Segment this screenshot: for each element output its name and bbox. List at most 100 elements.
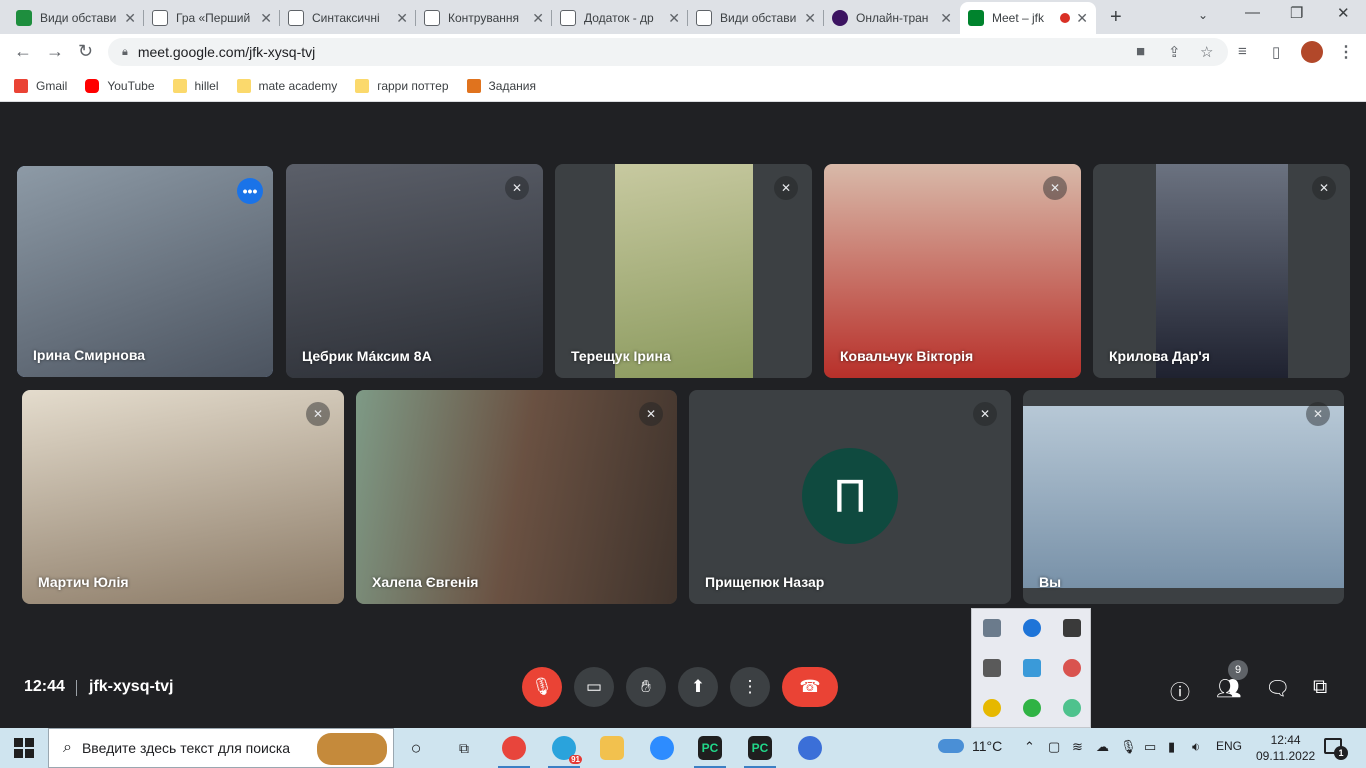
task-view-icon[interactable]: ⧉ [452, 736, 476, 760]
chat-icon[interactable]: 🗨︎ [1265, 676, 1290, 701]
security-shield-icon[interactable] [1063, 619, 1081, 637]
file-explorer-icon[interactable] [600, 736, 624, 760]
participant-tile[interactable]: ✕ Вы [1023, 390, 1344, 604]
taskbar-clock[interactable]: 12:44 09.11.2022 [1256, 732, 1315, 764]
participant-tile[interactable]: ✕ Терещук Ірина [555, 164, 812, 378]
microphone-toggle-button[interactable]: 🎙︎ [522, 667, 562, 707]
forward-icon[interactable]: → [46, 41, 64, 62]
tab-search-chevron-icon[interactable]: ⌄ [1198, 8, 1208, 22]
more-options-icon[interactable]: ••• [237, 178, 263, 204]
bluetooth-icon[interactable] [1023, 619, 1041, 637]
reload-icon[interactable]: ↻ [78, 41, 93, 62]
tab-7-active[interactable]: Meet – jfk ✕ [960, 2, 1096, 34]
tab-5[interactable]: Види обстави ✕ [688, 4, 824, 32]
telegram-icon[interactable]: 91 [548, 736, 582, 768]
participant-tile[interactable]: ✕ Мартич Юлія [22, 390, 344, 604]
more-options-button[interactable]: ⋮ [730, 667, 770, 707]
media-control-icon[interactable]: ≡ [1238, 43, 1247, 60]
chrome-icon[interactable] [498, 736, 530, 768]
volume-icon[interactable]: 🔉︎ [1192, 739, 1200, 755]
close-tab-icon[interactable]: ✕ [940, 10, 952, 27]
battery-icon[interactable]: ▮ [1168, 739, 1175, 755]
chrome-menu-icon[interactable]: ⋮ [1338, 42, 1354, 62]
participant-tile[interactable]: ✕ Халепа Євгенія [356, 390, 677, 604]
camera-permission-icon[interactable]: ■ [1136, 43, 1145, 60]
show-hidden-icons-chevron-icon[interactable]: ⌃ [1024, 739, 1035, 755]
tray-app-icon[interactable]: ▢ [1048, 739, 1060, 755]
leave-call-button[interactable]: ☎︎ [782, 667, 838, 707]
meeting-details-icon[interactable]: ⓘ [1170, 676, 1190, 705]
tab-2[interactable]: Синтаксичні ✕ [280, 4, 416, 32]
more-vert-icon: ⋮ [741, 677, 759, 696]
hang-up-icon: ☎︎ [799, 677, 821, 696]
bookmark-star-icon[interactable]: ☆ [1200, 43, 1213, 61]
close-tab-icon[interactable]: ✕ [124, 10, 136, 27]
participant-tile[interactable]: ••• Ірина Смирнова [17, 166, 273, 377]
tab-title: Додаток - др [584, 11, 654, 25]
restore-button[interactable]: ❐ [1290, 4, 1303, 22]
cortana-icon[interactable]: ○ [404, 736, 428, 760]
pycharm-icon-2[interactable]: PC [744, 736, 776, 768]
lock-icon[interactable]: 🔒︎ [122, 46, 128, 59]
bookmark-gmail[interactable]: Gmail [14, 78, 67, 93]
participant-video [615, 164, 753, 378]
check-icon[interactable] [1023, 699, 1041, 717]
url-text[interactable]: meet.google.com/jfk-xysq-tvj [138, 44, 315, 60]
back-icon[interactable]: ← [14, 41, 32, 62]
close-tab-icon[interactable]: ✕ [1076, 10, 1088, 27]
tab-1[interactable]: Гра «Перший ✕ [144, 4, 280, 32]
updater-icon[interactable] [1063, 659, 1081, 677]
mic-off-icon: 🎙︎ [531, 677, 553, 696]
pycharm-icon[interactable]: PC [694, 736, 726, 768]
participant-tile[interactable]: П ✕ Прищепюк Назар [689, 390, 1011, 604]
camera-icon: ▭ [585, 677, 603, 696]
language-indicator[interactable]: ENG [1216, 739, 1242, 753]
search-icon: ⌕ [63, 739, 72, 756]
sync-icon[interactable] [1063, 699, 1081, 717]
zoom-icon[interactable] [650, 736, 674, 760]
activities-icon[interactable]: ⧉ [1313, 676, 1327, 699]
display-settings-icon[interactable]: ▭ [1144, 739, 1156, 755]
share-icon[interactable]: ⇪ [1168, 43, 1181, 61]
bookmark-hillel[interactable]: hillel [172, 78, 219, 93]
participant-tile[interactable]: ✕ Крилова Дар'я [1093, 164, 1350, 378]
close-tab-icon[interactable]: ✕ [260, 10, 272, 27]
tab-0[interactable]: Види обстави ✕ [8, 4, 144, 32]
close-tab-icon[interactable]: ✕ [396, 10, 408, 27]
bookmark-harry-potter[interactable]: гарри поттер [355, 78, 449, 93]
windows-start-icon[interactable] [14, 738, 34, 758]
tab-4[interactable]: Додаток - др ✕ [552, 4, 688, 32]
wifi-icon[interactable]: ≋ [1072, 739, 1083, 755]
app-tray-icon[interactable] [983, 659, 1001, 677]
search-highlight-image[interactable] [317, 733, 387, 765]
present-screen-button[interactable]: ⬆ [678, 667, 718, 707]
close-tab-icon[interactable]: ✕ [668, 10, 680, 27]
vpn-icon[interactable] [983, 699, 1001, 717]
taskbar-date: 09.11.2022 [1256, 749, 1316, 763]
profile-avatar[interactable] [1301, 41, 1323, 63]
close-tab-icon[interactable]: ✕ [804, 10, 816, 27]
bookmark-mate-academy[interactable]: mate academy [236, 78, 337, 93]
display-icon[interactable] [983, 619, 1001, 637]
side-panel-icon[interactable]: ▯ [1272, 43, 1280, 61]
bookmark-youtube[interactable]: YouTube [85, 78, 155, 93]
camera-toggle-button[interactable]: ▭ [574, 667, 614, 707]
new-tab-button[interactable]: + [1110, 6, 1122, 29]
weather-widget[interactable]: 11°C [938, 738, 1002, 754]
taskbar-search-box[interactable]: ⌕ Введите здесь текст для поиска [48, 728, 394, 768]
tab-3[interactable]: Контрування ✕ [416, 4, 552, 32]
close-tab-icon[interactable]: ✕ [532, 10, 544, 27]
microphone-icon[interactable]: 🎙︎ [1120, 739, 1137, 755]
participant-tile[interactable]: ✕ Ковальчук Вікторія [824, 164, 1081, 378]
notification-center-icon[interactable]: 1 [1324, 738, 1348, 760]
raise-hand-button[interactable]: ✋︎ [626, 667, 666, 707]
address-bar[interactable]: 🔒︎ meet.google.com/jfk-xysq-tvj [108, 38, 1228, 66]
participant-tile[interactable]: ✕ Цебрик Ма́ксим 8А [286, 164, 543, 378]
onedrive-icon[interactable]: ☁ [1096, 739, 1109, 755]
bookmark-zadania[interactable]: Задания [466, 78, 536, 93]
network-tool-icon[interactable] [1023, 659, 1041, 677]
tab-6[interactable]: Онлайн-тран ✕ [824, 4, 960, 32]
minimize-button[interactable]: — [1245, 4, 1260, 21]
app-lightning-icon[interactable] [798, 736, 822, 760]
close-window-button[interactable]: ✕ [1337, 4, 1350, 22]
